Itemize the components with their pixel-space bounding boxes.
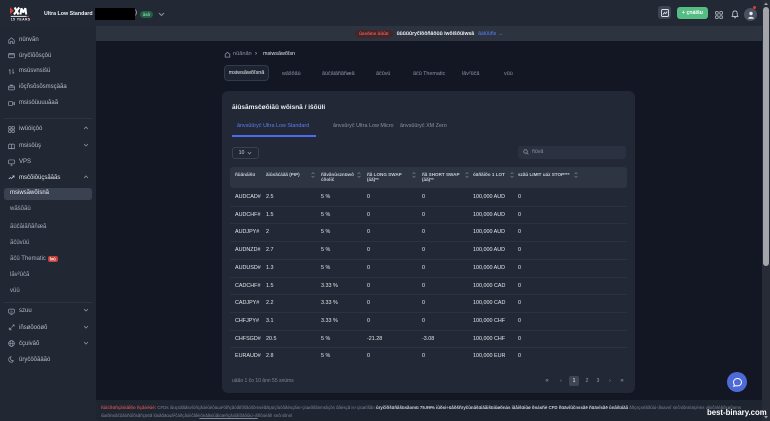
svg-text:15 YEARS: 15 YEARS [11, 17, 30, 21]
